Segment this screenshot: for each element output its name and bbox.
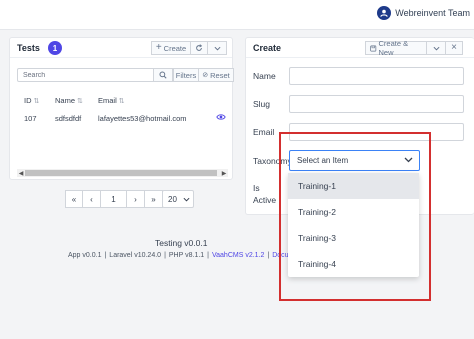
record-count-badge: 1 <box>48 41 62 55</box>
horizontal-scrollbar[interactable]: ◀ ▶ <box>17 169 228 177</box>
table-row[interactable]: 107 sdfsdfdf lafayettes53@hotmail.com <box>17 114 227 126</box>
cell-id: 107 <box>24 114 37 123</box>
is-active-label: Is Active <box>253 183 277 205</box>
form-actions: Create & New × <box>365 39 463 57</box>
chevron-left-icon: ‹ <box>90 194 93 204</box>
refresh-icon <box>196 44 203 51</box>
slug-label: Slug <box>253 99 271 109</box>
reset-button-label: Reset <box>210 70 230 80</box>
user-menu[interactable]: Webreinvent Team <box>377 6 470 20</box>
search-icon <box>159 71 167 79</box>
search-bar: Filters ⊘ Reset <box>17 68 234 82</box>
sort-icon: ⇅ <box>77 97 83 105</box>
list-more-dropdown[interactable] <box>208 41 227 55</box>
create-button[interactable]: + Create <box>151 41 191 55</box>
scroll-left-icon[interactable]: ◀ <box>17 169 25 177</box>
filter-slash-icon: ⊘ <box>202 72 209 79</box>
form-more-dropdown[interactable] <box>427 41 446 55</box>
user-name: Webreinvent Team <box>395 8 470 18</box>
form-title: Create <box>253 43 282 53</box>
app-version: App v0.0.1 <box>68 252 102 259</box>
name-field[interactable] <box>289 67 464 85</box>
column-header-id[interactable]: ID ⇅ <box>24 96 39 105</box>
create-and-new-label: Create & New <box>378 39 409 57</box>
view-eye-icon[interactable] <box>216 113 226 123</box>
create-and-new-button[interactable]: Create & New <box>365 39 427 57</box>
chevron-right-icon: › <box>134 194 137 204</box>
filters-button-label: Filters <box>175 70 197 80</box>
chevron-down-icon <box>214 46 220 51</box>
chevron-down-icon <box>433 46 439 51</box>
plus-icon: + <box>155 42 162 53</box>
search-button[interactable] <box>154 68 173 82</box>
user-circle-icon <box>377 6 392 20</box>
first-page-button[interactable]: « <box>65 190 83 208</box>
rows-per-page-select[interactable]: 20 <box>162 190 194 208</box>
scroll-right-icon[interactable]: ▶ <box>220 169 228 177</box>
prev-page-button[interactable]: ‹ <box>83 190 101 208</box>
php-version: PHP v8.1.1 <box>168 252 205 259</box>
slug-field[interactable] <box>289 95 464 113</box>
laravel-version: Laravel v10.24.0 <box>109 252 162 259</box>
sort-icon: ⇅ <box>33 97 40 105</box>
list-actions: + Create <box>151 41 227 55</box>
sort-icon: ⇅ <box>118 97 125 105</box>
close-icon: × <box>451 42 457 53</box>
close-form-button[interactable]: × <box>446 41 463 55</box>
last-page-button[interactable]: » <box>145 190 163 208</box>
search-input[interactable] <box>17 68 154 82</box>
double-chevron-right-icon: » <box>151 194 156 204</box>
reload-button[interactable] <box>191 41 208 55</box>
column-header-name[interactable]: Name ⇅ <box>55 96 83 105</box>
scrollbar-thumb[interactable] <box>25 170 217 176</box>
email-label: Email <box>253 127 275 137</box>
top-navbar: Webreinvent Team <box>0 0 474 30</box>
column-header-email[interactable]: Email ⇅ <box>98 96 125 105</box>
list-title: Tests <box>17 43 40 53</box>
pagination: « ‹ 1 › » <box>65 190 163 208</box>
double-chevron-left-icon: « <box>71 194 77 204</box>
save-icon <box>370 45 377 51</box>
next-page-button[interactable]: › <box>127 190 145 208</box>
list-card-header: Tests 1 + Create <box>10 38 232 58</box>
filters-button[interactable]: Filters <box>173 68 199 82</box>
app-title: Testing v0.0.1 <box>155 238 208 248</box>
create-card-header: Create Create & New × <box>246 38 474 58</box>
highlight-annotation-box <box>279 132 431 301</box>
vaahcms-version-link[interactable]: VaahCMS v2.1.2 <box>212 252 264 259</box>
chevron-down-icon <box>183 197 190 202</box>
name-label: Name <box>253 71 276 81</box>
rows-per-page-value: 20 <box>168 194 177 204</box>
page-button-current[interactable]: 1 <box>101 190 127 208</box>
create-button-label: Create <box>163 43 187 53</box>
cell-email: lafayettes53@hotmail.com <box>98 114 187 123</box>
list-card: Tests 1 + Create Filters ⊘ Reset <box>9 37 234 208</box>
cell-name: sdfsdfdf <box>55 114 82 123</box>
reset-button[interactable]: ⊘ Reset <box>199 68 234 82</box>
